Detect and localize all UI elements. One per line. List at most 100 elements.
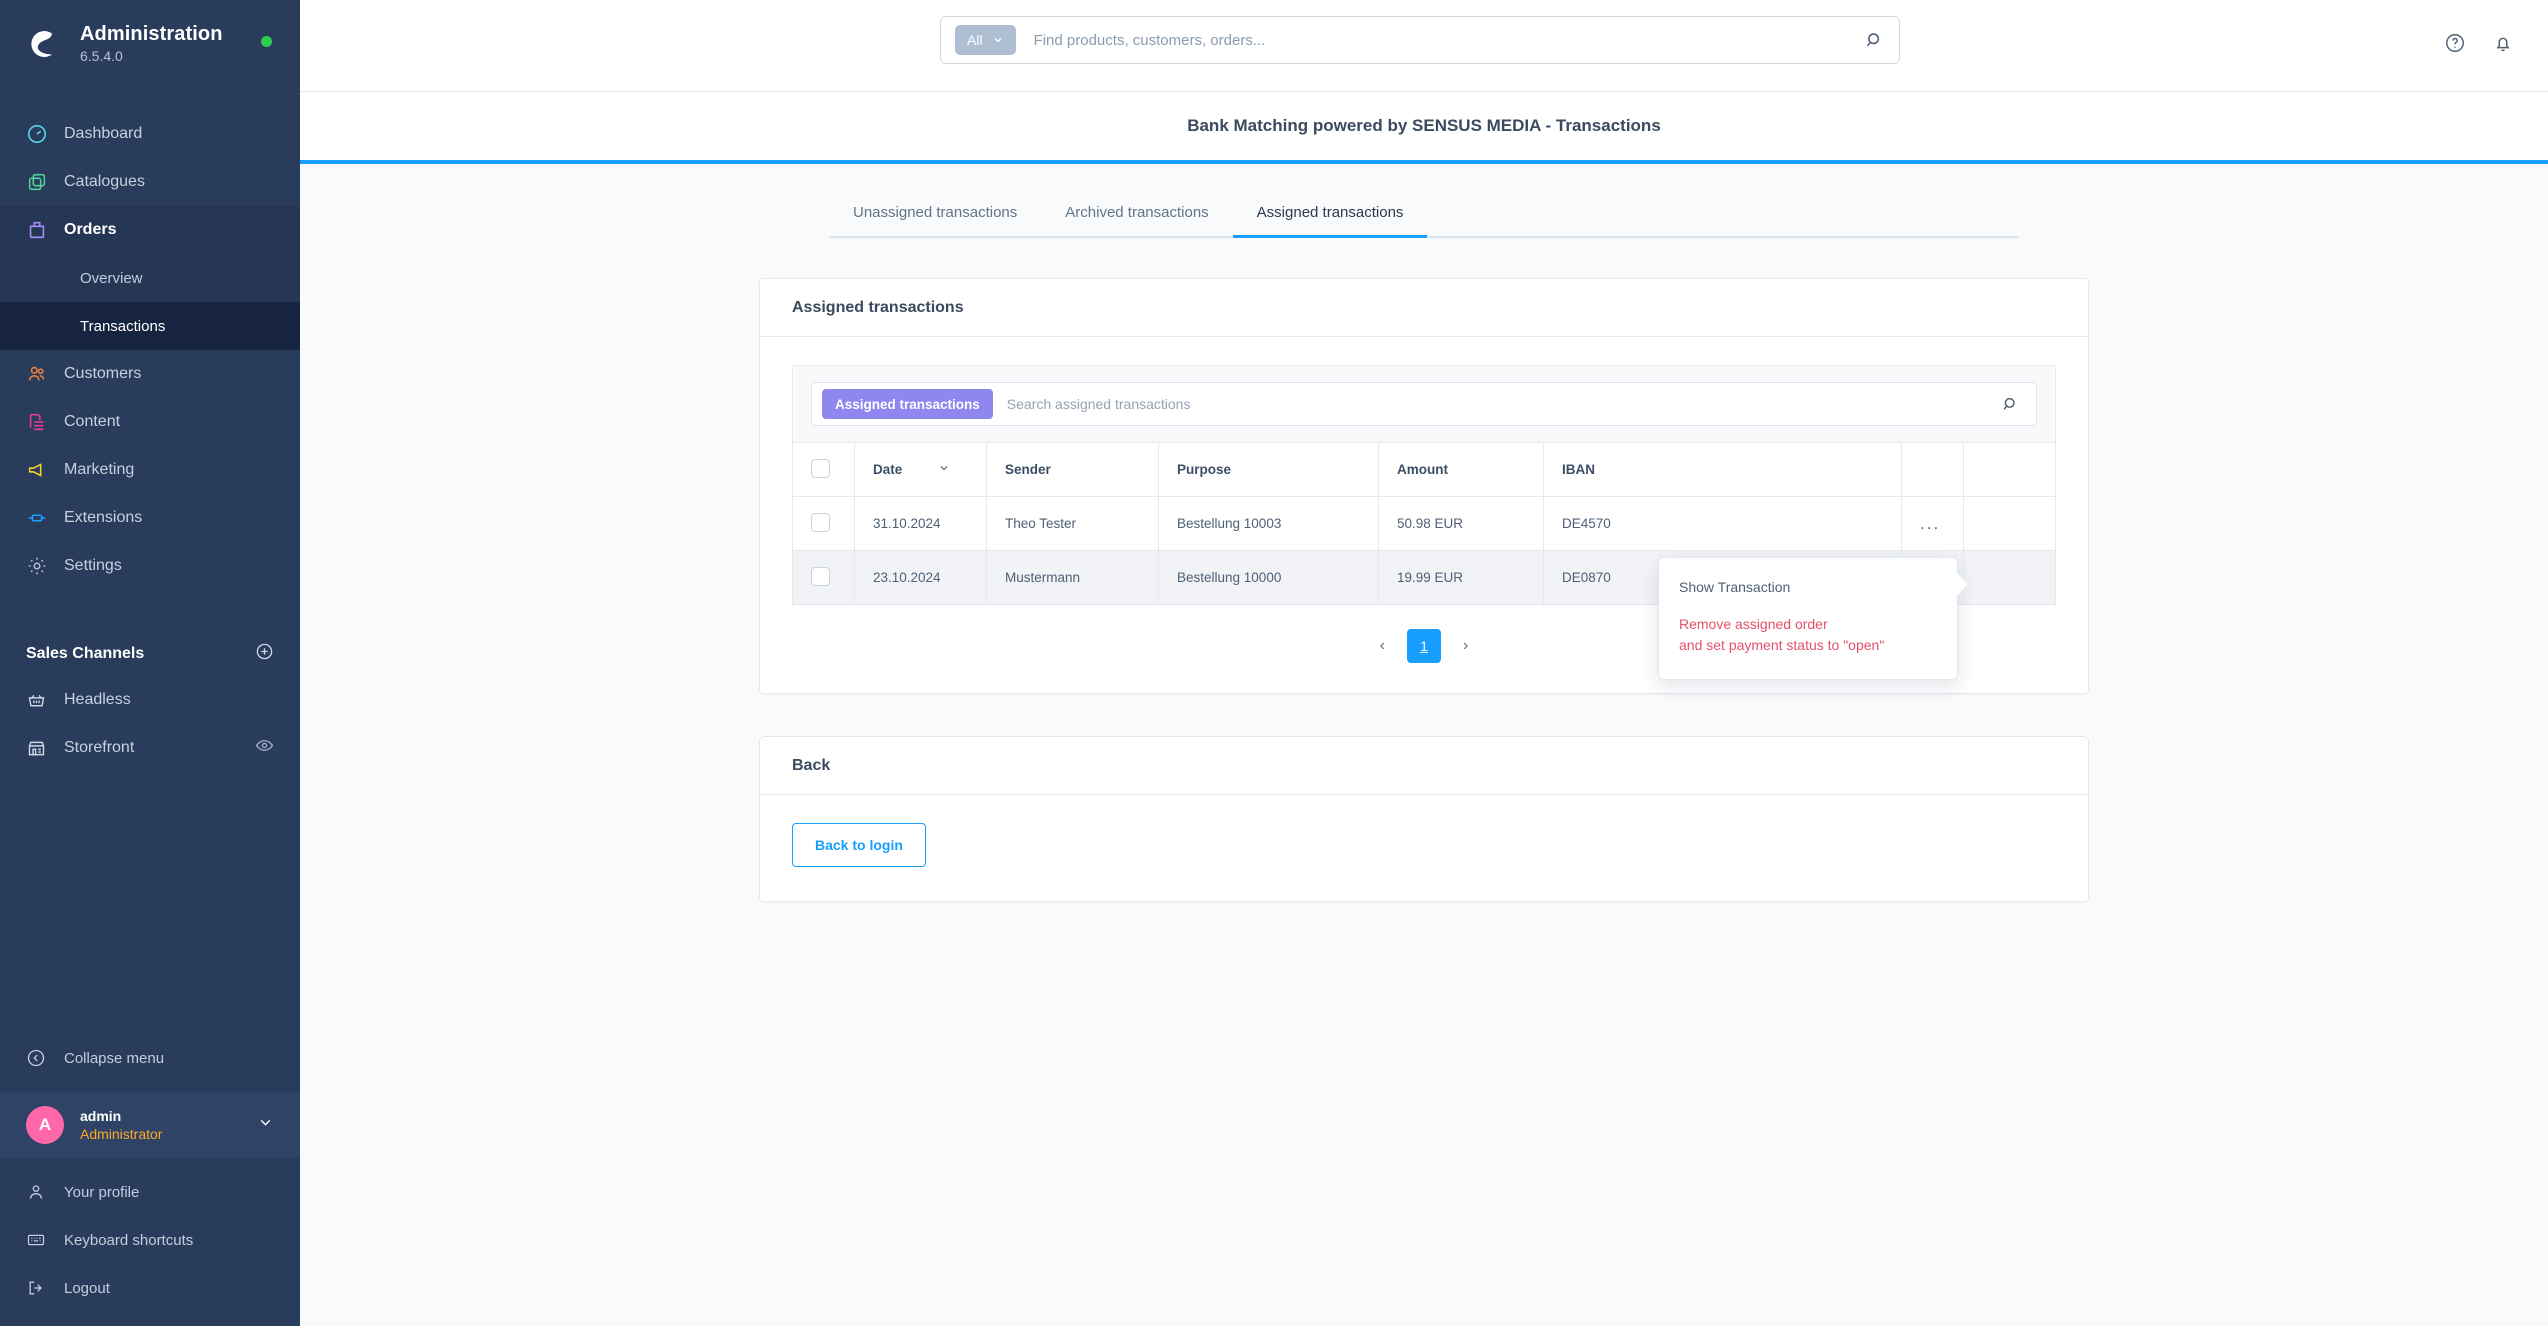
chevron-down-icon[interactable] bbox=[257, 1114, 274, 1136]
context-menu-remove-assigned-order[interactable]: Remove assigned order and set payment st… bbox=[1659, 602, 1957, 663]
column-header-spacer bbox=[1963, 442, 2056, 497]
row-context-menu: Show Transaction Remove assigned order a… bbox=[1658, 557, 1958, 680]
sidebar-label: Storefront bbox=[64, 739, 135, 756]
grid-search-input[interactable] bbox=[1006, 396, 2001, 412]
sidebar-label: Logout bbox=[64, 1279, 110, 1297]
sidebar-item-catalogues[interactable]: Catalogues bbox=[0, 158, 300, 206]
row-checkbox[interactable] bbox=[811, 566, 830, 586]
settings-icon bbox=[26, 555, 64, 577]
cell-date: 23.10.2024 bbox=[854, 550, 987, 605]
sidebar-sublabel: Overview bbox=[80, 269, 143, 287]
sidebar-label: Settings bbox=[64, 557, 122, 574]
sidebar-item-storefront[interactable]: Storefront bbox=[0, 724, 300, 772]
cell-purpose: Bestellung 10000 bbox=[1158, 550, 1379, 605]
sidebar-item-extensions[interactable]: Extensions bbox=[0, 494, 300, 542]
cell-sender: Mustermann bbox=[986, 550, 1159, 605]
extensions-icon bbox=[26, 507, 64, 529]
sidebar-label: Headless bbox=[64, 691, 131, 708]
column-header-sender[interactable]: Sender bbox=[986, 442, 1159, 497]
pagination-next[interactable]: › bbox=[1455, 633, 1476, 659]
collapse-icon bbox=[26, 1048, 64, 1068]
user-menu[interactable]: A admin Administrator bbox=[0, 1092, 300, 1158]
top-bar: All bbox=[300, 0, 2548, 92]
column-header-amount[interactable]: Amount bbox=[1378, 442, 1544, 497]
marketing-icon bbox=[26, 459, 64, 481]
sales-channels-label: Sales Channels bbox=[26, 645, 145, 662]
column-header-iban[interactable]: IBAN bbox=[1543, 442, 1902, 497]
notifications-icon[interactable] bbox=[2492, 32, 2514, 59]
sidebar-item-headless[interactable]: Headless bbox=[0, 676, 300, 724]
sidebar-item-your-profile[interactable]: Your profile bbox=[0, 1168, 300, 1216]
select-all-checkbox[interactable] bbox=[811, 458, 830, 478]
content-icon bbox=[26, 411, 64, 433]
grid-search[interactable]: Assigned transactions bbox=[811, 382, 2037, 426]
cell-spacer bbox=[1963, 550, 2056, 605]
cell-date: 31.10.2024 bbox=[854, 496, 987, 551]
sidebar-bottom-links: Your profile Keyboard shortcuts Logout bbox=[0, 1158, 300, 1326]
sidebar-item-orders[interactable]: Orders bbox=[0, 206, 300, 254]
card-title: Assigned transactions bbox=[760, 279, 2088, 337]
cell-sender: Theo Tester bbox=[986, 496, 1159, 551]
table-row[interactable]: 31.10.2024 Theo Tester Bestellung 10003 … bbox=[792, 496, 2056, 551]
preview-eye-icon[interactable] bbox=[255, 736, 274, 760]
back-card: Back Back to login bbox=[759, 736, 2089, 902]
search-icon[interactable] bbox=[1864, 30, 1885, 51]
tab-assigned-transactions[interactable]: Assigned transactions bbox=[1232, 194, 1428, 238]
row-select-cell bbox=[792, 496, 855, 551]
grid-search-icon[interactable] bbox=[2001, 395, 2020, 414]
shopware-logo-icon bbox=[24, 24, 64, 64]
row-select-cell bbox=[792, 550, 855, 605]
collapse-menu-label: Collapse menu bbox=[64, 1049, 165, 1067]
search-scope-label: All bbox=[967, 32, 983, 48]
basket-icon bbox=[26, 690, 64, 711]
sidebar-item-logout[interactable]: Logout bbox=[0, 1264, 300, 1312]
sidebar-brand[interactable]: Administration 6.5.4.0 bbox=[0, 0, 300, 88]
help-icon[interactable] bbox=[2444, 32, 2466, 59]
add-sales-channel-icon[interactable] bbox=[255, 642, 274, 666]
column-header-purpose[interactable]: Purpose bbox=[1158, 442, 1379, 497]
topbar-icons bbox=[2444, 32, 2514, 59]
global-search[interactable]: All bbox=[940, 16, 1900, 64]
sidebar-item-marketing[interactable]: Marketing bbox=[0, 446, 300, 494]
column-header-date[interactable]: Date bbox=[854, 442, 987, 497]
context-menu-remove-line2: and set payment status to "open" bbox=[1679, 637, 1885, 653]
user-role: Administrator bbox=[80, 1126, 163, 1142]
back-card-title: Back bbox=[760, 737, 2088, 795]
sidebar-item-orders-transactions[interactable]: Transactions bbox=[0, 302, 300, 350]
pagination-page-1[interactable]: 1 bbox=[1407, 629, 1441, 663]
sidebar-sublabel: Transactions bbox=[80, 317, 166, 335]
sidebar-item-orders-overview[interactable]: Overview bbox=[0, 254, 300, 302]
cell-amount: 50.98 EUR bbox=[1378, 496, 1544, 551]
sidebar-item-dashboard[interactable]: Dashboard bbox=[0, 110, 300, 158]
page-header: Bank Matching powered by SENSUS MEDIA - … bbox=[300, 92, 2548, 160]
context-menu-show-transaction[interactable]: Show Transaction bbox=[1659, 572, 1957, 602]
sidebar-item-customers[interactable]: Customers bbox=[0, 350, 300, 398]
column-header-actions bbox=[1901, 442, 1964, 497]
sidebar-label: Marketing bbox=[64, 461, 135, 478]
row-checkbox[interactable] bbox=[811, 512, 830, 532]
main-area: All Find products, customers, orders... … bbox=[300, 0, 2548, 1326]
sidebar-item-keyboard-shortcuts[interactable]: Keyboard shortcuts bbox=[0, 1216, 300, 1264]
dashboard-icon bbox=[26, 123, 64, 145]
row-actions-button[interactable]: ... bbox=[1920, 514, 1940, 533]
search-scope-selector[interactable]: All bbox=[955, 25, 1016, 55]
sidebar: Administration 6.5.4.0 Dashboard Catalog… bbox=[0, 0, 300, 1326]
avatar: A bbox=[26, 1106, 64, 1144]
tabs: Unassigned transactions Archived transac… bbox=[829, 194, 2019, 238]
sidebar-nav: Dashboard Catalogues Orders Overview Tra… bbox=[0, 110, 300, 772]
tab-unassigned-transactions[interactable]: Unassigned transactions bbox=[829, 194, 1041, 238]
sidebar-label: Customers bbox=[64, 365, 142, 382]
tab-archived-transactions[interactable]: Archived transactions bbox=[1041, 194, 1232, 238]
search-input[interactable] bbox=[1033, 31, 1864, 49]
chevron-down-icon bbox=[994, 38, 1002, 43]
page-title: Bank Matching powered by SENSUS MEDIA - … bbox=[1187, 116, 1661, 135]
sidebar-item-content[interactable]: Content bbox=[0, 398, 300, 446]
back-to-login-button[interactable]: Back to login bbox=[792, 823, 926, 867]
cell-amount: 19.99 EUR bbox=[1378, 550, 1544, 605]
pagination-prev[interactable]: ‹ bbox=[1372, 633, 1393, 659]
logout-icon bbox=[26, 1278, 64, 1298]
collapse-menu-button[interactable]: Collapse menu bbox=[0, 1034, 300, 1082]
assigned-transactions-filter-pill[interactable]: Assigned transactions bbox=[822, 389, 993, 419]
sidebar-label: Dashboard bbox=[64, 125, 143, 142]
sidebar-item-settings[interactable]: Settings bbox=[0, 542, 300, 590]
